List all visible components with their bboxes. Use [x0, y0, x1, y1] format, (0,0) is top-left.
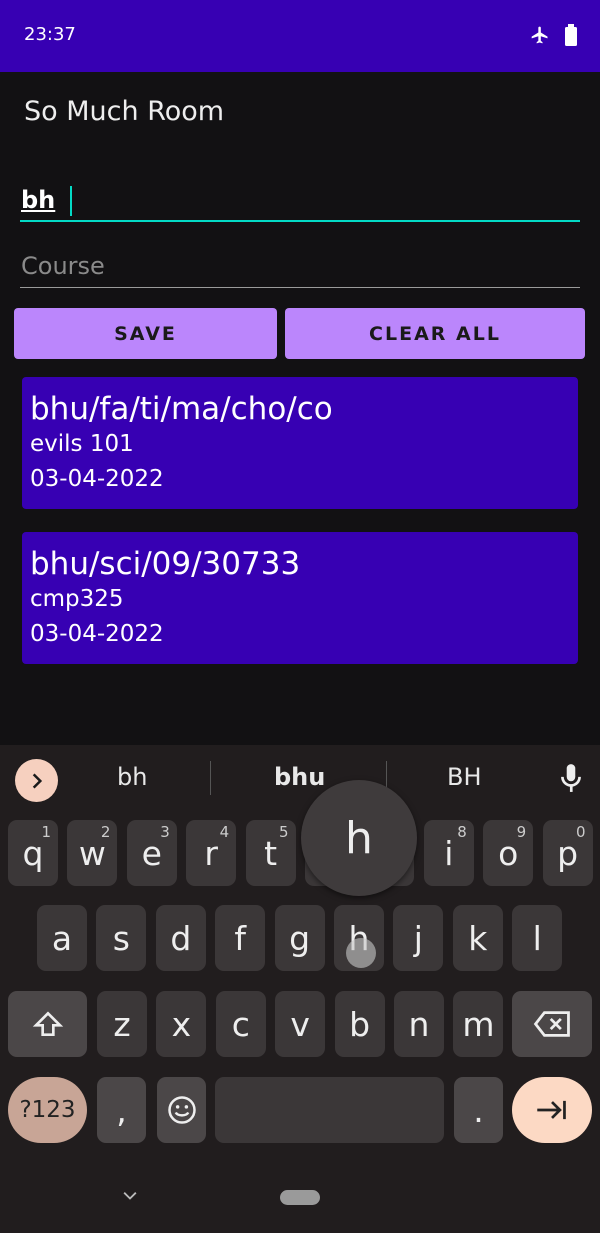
key-hint: 3 [160, 823, 170, 841]
registration-input[interactable] [20, 182, 580, 218]
key-label: e [141, 833, 162, 873]
key-hint: 0 [576, 823, 586, 841]
key-b[interactable]: b [334, 991, 385, 1057]
course-field[interactable] [20, 248, 580, 288]
key-n[interactable]: n [394, 991, 444, 1057]
period-key[interactable]: . [454, 1077, 503, 1143]
status-bar: 23:37 [0, 0, 600, 72]
airplane-mode-icon [531, 26, 548, 44]
app-title: So Much Room [24, 96, 225, 127]
next-field-icon [537, 1100, 566, 1120]
home-gesture-handle[interactable] [280, 1190, 320, 1205]
record-card[interactable]: bhu/fa/ti/ma/cho/co evils 101 03-04-2022 [22, 377, 578, 509]
backspace-key[interactable] [512, 991, 592, 1057]
shift-key[interactable] [8, 991, 87, 1057]
backspace-icon [533, 1011, 570, 1037]
save-button[interactable]: SAVE [14, 308, 277, 359]
key-hint: 1 [41, 823, 51, 841]
key-p[interactable]: p0 [542, 820, 593, 886]
key-a[interactable]: a [37, 905, 87, 971]
text-cursor [70, 186, 72, 216]
key-hint: 9 [516, 823, 527, 841]
symbols-key[interactable]: ?123 [8, 1077, 87, 1143]
suggestion-3[interactable]: BH [447, 763, 482, 791]
comma-key[interactable]: , [97, 1077, 146, 1143]
key-e[interactable]: e3 [126, 820, 177, 886]
emoji-icon [167, 1096, 196, 1124]
key-l[interactable]: l [512, 905, 563, 971]
key-hint: 8 [457, 823, 467, 841]
key-k[interactable]: k [452, 905, 503, 971]
key-j[interactable]: j [393, 905, 444, 971]
key-g[interactable]: g [274, 905, 325, 971]
record-date: 03-04-2022 [30, 466, 164, 492]
key-hint: 5 [279, 823, 289, 841]
battery-icon [565, 24, 577, 46]
key-hint: 2 [100, 823, 111, 841]
record-registration: bhu/sci/09/30733 [30, 546, 301, 582]
hide-keyboard-icon[interactable] [120, 1186, 140, 1206]
key-label: q [22, 833, 44, 873]
key-label: p [557, 833, 579, 873]
suggestion-2[interactable]: bhu [274, 763, 325, 791]
key-s[interactable]: s [96, 905, 147, 971]
registration-field[interactable] [20, 182, 580, 222]
key-m[interactable]: m [453, 991, 504, 1057]
soft-keyboard: bh bhu BH [0, 745, 600, 1233]
touch-indicator [346, 938, 376, 968]
course-input[interactable] [20, 248, 580, 284]
key-v[interactable]: v [275, 991, 326, 1057]
record-card[interactable]: bhu/sci/09/30733 cmp325 03-04-2022 [22, 532, 578, 664]
status-time: 23:37 [24, 24, 76, 45]
enter-key[interactable] [512, 1077, 592, 1143]
key-f[interactable]: f [215, 905, 266, 971]
emoji-key[interactable] [157, 1077, 206, 1143]
record-course: cmp325 [30, 586, 124, 612]
registration-underline [20, 220, 580, 222]
shift-icon [32, 1011, 63, 1036]
record-course: evils 101 [30, 431, 134, 457]
key-label: i [444, 833, 454, 873]
course-underline [20, 287, 580, 288]
key-preview-popup: h [301, 780, 417, 896]
key-d[interactable]: d [155, 905, 206, 971]
key-q[interactable]: q1 [8, 820, 58, 886]
key-i[interactable]: i8 [423, 820, 474, 886]
key-label: t [264, 833, 278, 873]
key-hint: 4 [219, 823, 230, 841]
suggestion-1[interactable]: bh [117, 763, 147, 791]
key-c[interactable]: c [215, 991, 266, 1057]
record-registration: bhu/fa/ti/ma/cho/co [30, 391, 333, 427]
space-key[interactable] [215, 1077, 444, 1143]
divider [210, 761, 211, 795]
key-o[interactable]: o9 [483, 820, 534, 886]
key-t[interactable]: t5 [245, 820, 296, 886]
suggestion-strip: bh bhu BH [0, 745, 600, 811]
key-z[interactable]: z [97, 991, 147, 1057]
key-label: o [498, 833, 519, 873]
record-date: 03-04-2022 [30, 621, 164, 647]
key-label: r [204, 833, 218, 873]
expand-toolbar-button[interactable] [15, 759, 58, 802]
key-x[interactable]: x [156, 991, 207, 1057]
key-w[interactable]: w2 [67, 820, 118, 886]
key-r[interactable]: r4 [186, 820, 237, 886]
microphone-icon[interactable] [558, 763, 584, 793]
chevron-right-icon [32, 772, 42, 789]
clear-all-button[interactable]: CLEAR ALL [285, 308, 585, 359]
